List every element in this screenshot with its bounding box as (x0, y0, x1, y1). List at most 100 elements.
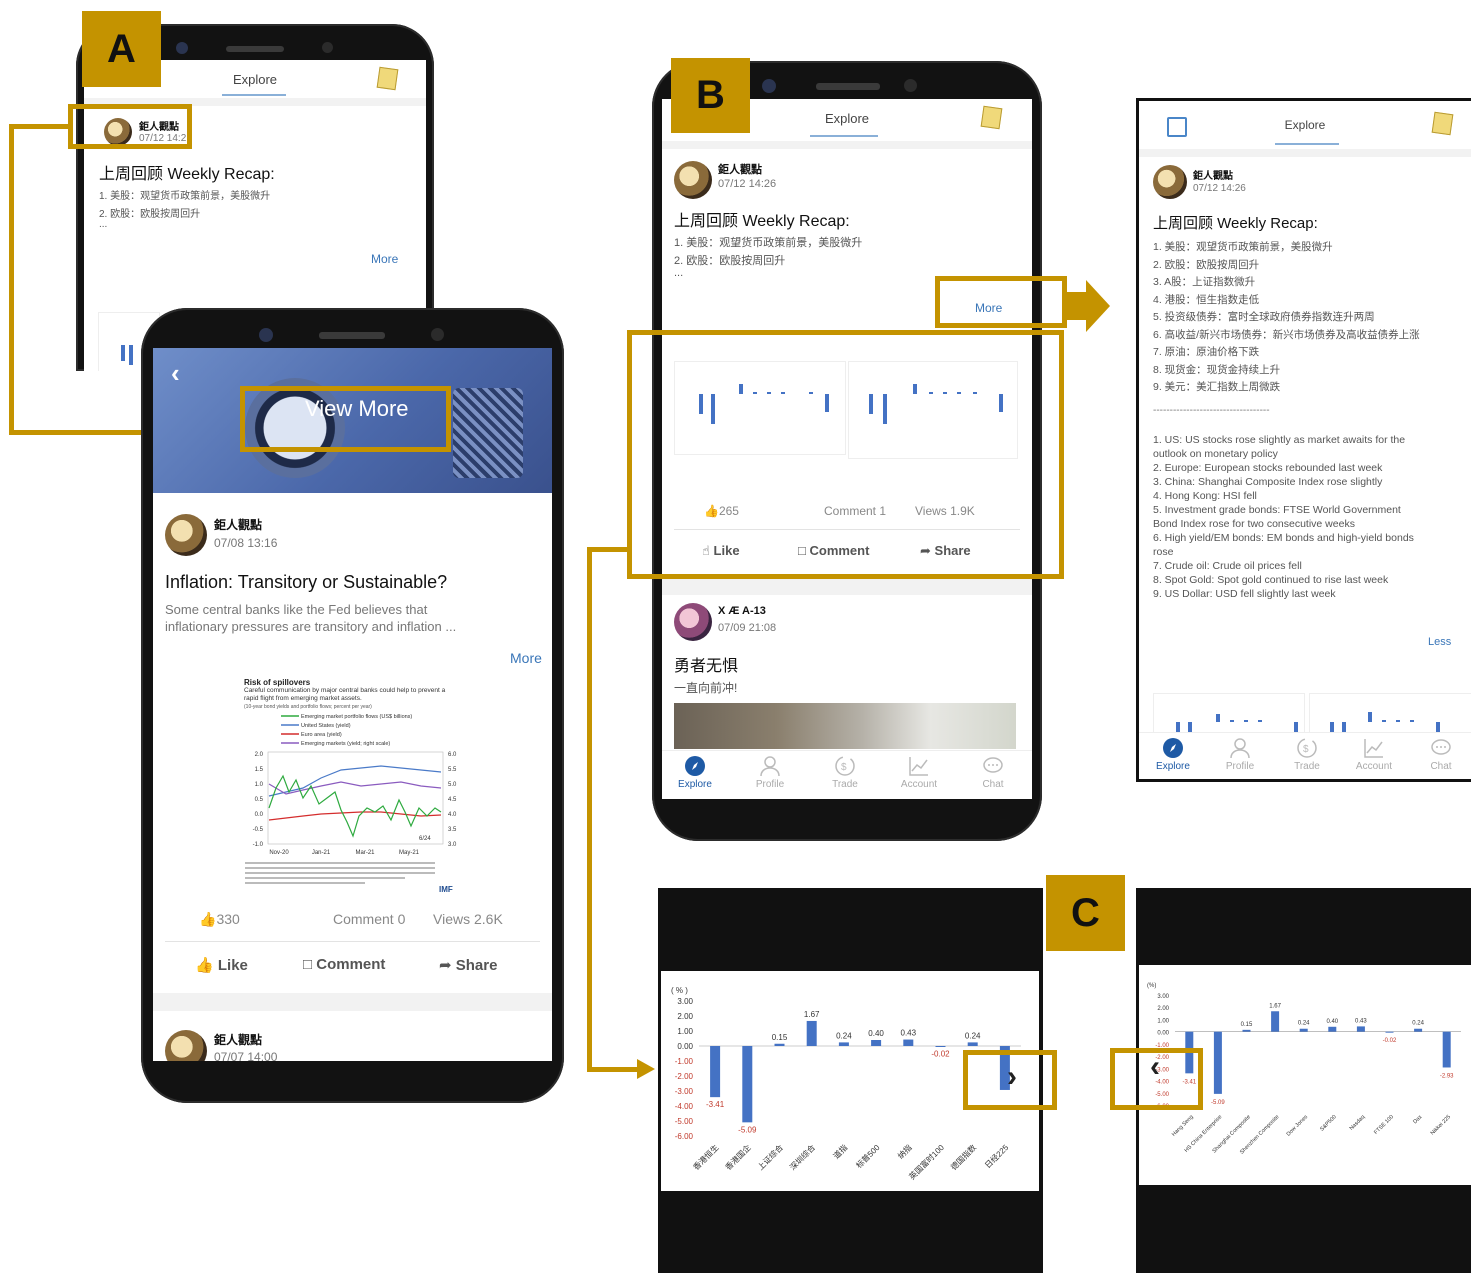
chart-bar (1385, 1031, 1394, 1033)
nav-profile[interactable]: Profile (1210, 737, 1270, 772)
chart-bar (1230, 720, 1234, 722)
author-name[interactable]: 鉅人觀點 (1193, 167, 1233, 182)
chart-bar (806, 1020, 817, 1046)
chevron-right-icon[interactable]: › (1007, 1062, 1017, 1092)
axis-label: (%) (1147, 983, 1156, 989)
tick-label: Nov-20 (269, 850, 289, 856)
left-axis-ticks: 2.0 1.5 1.0 0.5 0.0 -0.5 -1.0 (253, 752, 264, 848)
tick-label: Mar-21 (355, 850, 375, 856)
data-label: 0.43 (901, 1029, 917, 1038)
share-button[interactable]: ➦ Share (439, 956, 497, 974)
nav-explore[interactable]: Explore (1143, 737, 1203, 772)
list-item: 1. 美股：观望货币政策前景，美股微升 (1153, 241, 1333, 253)
header-title[interactable]: Explore (1139, 118, 1471, 132)
expanded-en-list: 1. US: US stocks rose slightly as market… (1153, 433, 1414, 601)
nav-profile[interactable]: Profile (740, 755, 800, 790)
like-button[interactable]: 👍 Like (195, 956, 248, 974)
imf-line-chart: Emerging market portfolio flows (US$ bil… (245, 714, 457, 894)
legend-entry: Emerging market portfolio flows (US$ bil… (301, 714, 412, 720)
nav-chat[interactable]: Chat (963, 755, 1023, 790)
author-name[interactable]: X Æ A-13 (718, 605, 766, 617)
phone-a-front-screen: ‹ View More 鉅人觀點 07/08 13:16 Inflation: … (153, 348, 552, 1061)
axis-label: ( % ) (671, 986, 688, 995)
chevron-left-icon[interactable]: ‹ (1150, 1052, 1160, 1082)
street-photo (674, 703, 1016, 749)
tick-label: 2.00 (1157, 1006, 1169, 1012)
list-item: 8. Spot Gold: Spot gold continued to ris… (1153, 574, 1389, 586)
nav-account[interactable]: Account (1344, 737, 1404, 772)
chart-bar (1242, 1029, 1251, 1032)
back-chevron-icon[interactable]: ‹ (171, 358, 180, 389)
avatar[interactable] (165, 1030, 207, 1061)
post-title[interactable]: Inflation: Transitory or Sustainable? (165, 572, 447, 593)
post-line-2: inflationary pressures are transitory an… (165, 619, 457, 634)
nav-label: Explore (678, 779, 712, 790)
tick-label: -6.00 (675, 1132, 694, 1141)
fine-print (245, 862, 435, 864)
figure-subtitle: Careful communication by major central b… (244, 687, 446, 702)
comment-button[interactable]: □ Comment (303, 956, 385, 973)
less-link[interactable]: Less (1428, 636, 1451, 648)
chart-bar (838, 1042, 849, 1046)
author-name[interactable]: 鉅人觀點 (214, 516, 262, 533)
nav-trade[interactable]: $ Trade (815, 755, 875, 790)
bottom-nav: Explore Profile $ Trade Account Chat (662, 750, 1032, 799)
nav-label: Trade (1294, 761, 1320, 772)
list-item: 5. 投资级债券：富时全球政府债券指数连升两周 (1153, 311, 1375, 323)
camera-dot (259, 328, 273, 342)
category-label: 日经225 (982, 1142, 1010, 1170)
more-link[interactable]: More (371, 252, 398, 266)
fine-print (245, 877, 405, 879)
avatar[interactable] (165, 514, 207, 556)
category-label: 香港恒生 (691, 1142, 721, 1172)
post-title[interactable]: 勇者无惧 (674, 652, 738, 676)
post-title[interactable]: 上周回顾 Weekly Recap: (1153, 212, 1318, 233)
nav-explore[interactable]: Explore (665, 755, 725, 790)
notes-icon[interactable] (376, 66, 399, 91)
notes-icon[interactable] (1431, 111, 1454, 136)
list-item: 7. Crude oil: Crude oil prices fell (1153, 560, 1302, 572)
arrow-head (637, 1059, 655, 1079)
section-gap (662, 577, 1032, 595)
date-mark: 6/24 (419, 836, 431, 842)
nav-label: Chat (982, 779, 1004, 790)
post-ellipsis: ... (674, 267, 684, 279)
avatar[interactable] (674, 603, 712, 641)
nav-account[interactable]: Account (889, 755, 949, 790)
chart-bar (1356, 1026, 1365, 1032)
connector-line (587, 1067, 639, 1072)
more-link[interactable]: More (510, 650, 542, 666)
highlight-view-more-box (240, 386, 451, 452)
tick-label: 0.0 (255, 812, 264, 818)
line-chart-icon (909, 757, 928, 776)
legend: Emerging market portfolio flows (US$ bil… (281, 714, 412, 747)
camera-dot (176, 42, 188, 54)
tab-underline (1275, 143, 1339, 145)
figure-title: Risk of spillovers (244, 678, 311, 687)
nav-trade[interactable]: $ Trade (1277, 737, 1337, 772)
tick-label: 5.5 (448, 767, 457, 773)
post-line-1: 1. 美股：观望货币政策前景，美股微升 (674, 237, 863, 249)
author-name[interactable]: 鉅人觀點 (214, 1031, 262, 1048)
list-item: 5. Investment grade bonds: FTSE World Go… (1153, 504, 1401, 516)
exchange-icon: $ (1297, 738, 1317, 758)
list-item: rose (1153, 546, 1174, 558)
nav-chat[interactable]: Chat (1411, 737, 1471, 772)
post-title[interactable]: 上周回顾 Weekly Recap: (99, 160, 275, 184)
avatar[interactable] (1153, 165, 1187, 199)
list-item: 1. US: US stocks rose slightly as market… (1153, 434, 1406, 446)
chart-bar (1271, 1011, 1280, 1032)
notes-icon[interactable] (980, 105, 1003, 130)
avatar[interactable] (674, 161, 712, 199)
chart-thumb-right (1309, 693, 1471, 737)
tick-label: 3.00 (677, 997, 693, 1006)
imf-figure: Risk of spillovers Careful communication… (241, 678, 466, 898)
category-label: 上证综合 (755, 1142, 785, 1172)
data-label: 0.24 (965, 1031, 981, 1040)
data-label: -2.93 (1440, 1073, 1454, 1079)
author-name[interactable]: 鉅人觀點 (718, 161, 762, 177)
post-title[interactable]: 上周回顾 Weekly Recap: (674, 207, 850, 231)
tick-label: -4.00 (675, 1102, 694, 1111)
chart-bar (903, 1039, 914, 1046)
list-item: 7. 原油：原油价格下跌 (1153, 346, 1260, 358)
